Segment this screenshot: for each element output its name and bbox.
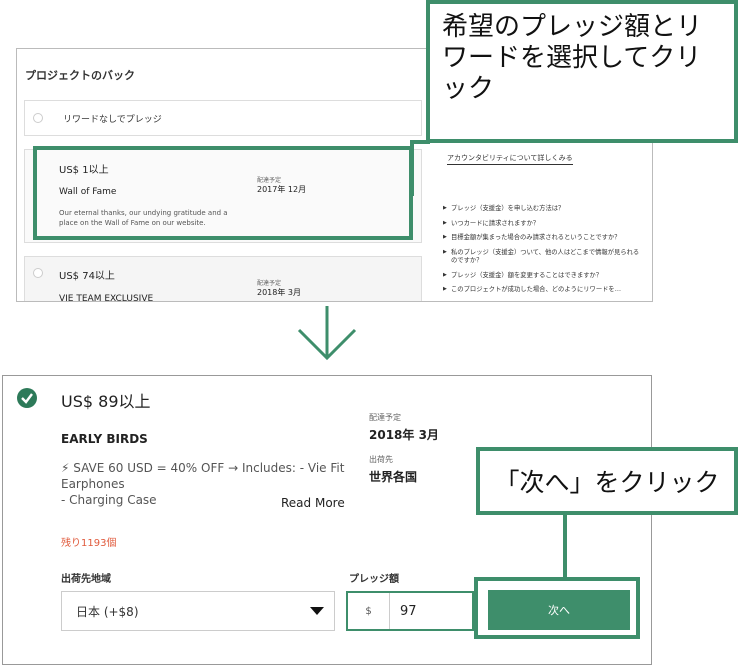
accessibility-link[interactable]: アカウンタビリティについて詳しくみる <box>447 153 573 165</box>
faq-item[interactable]: 目標金額が集まった場合のみ請求されるということですか？ <box>443 234 643 243</box>
faq-item[interactable]: プレッジ（支援金）を申し込む方法は？ <box>443 205 643 214</box>
faq-item[interactable]: プレッジ（支援金）額を変更することはできますか？ <box>443 272 643 281</box>
highlight-frame <box>33 146 413 240</box>
currency-prefix: $ <box>348 593 390 629</box>
region-label: 出荷先地域 <box>61 574 111 585</box>
reward-name: VIE TEAM EXCLUSIVE <box>59 294 154 302</box>
radio-button[interactable] <box>33 113 43 123</box>
radio-button[interactable] <box>33 268 43 278</box>
down-arrow-icon <box>297 306 357 361</box>
delivery-label: 配達予定 <box>257 280 282 287</box>
reward-price: US$ 74以上 <box>59 271 115 282</box>
description-line: ⚡ SAVE 60 USD = 40% OFF → Includes: - Vi… <box>61 461 345 492</box>
panel-title: プロジェクトのバック <box>25 69 135 82</box>
faq-item[interactable]: 私のプレッジ（支援金）ついて、他の人はどこまで情報が見られるのですか？ <box>443 249 643 266</box>
faq-list: プレッジ（支援金）を申し込む方法は？ いつカードに請求されますか？ 目標金額が集… <box>443 205 643 301</box>
reward-card-no-reward[interactable]: リワードなしでプレッジ <box>24 100 422 136</box>
faq-item[interactable]: このプロジェクトが成功した場合、どのようにリワードを… <box>443 286 643 295</box>
pledge-input[interactable] <box>390 593 472 629</box>
region-select[interactable]: 日本 (+$8) <box>61 591 335 631</box>
region-value: 日本 (+$8) <box>76 604 139 619</box>
delivery-date: 2018年 3月 <box>369 428 439 442</box>
reward-card-team-exclusive[interactable]: US$ 74以上 VIE TEAM EXCLUSIVE 配達予定 2018年 3… <box>24 256 422 302</box>
delivery-date: 2018年 3月 <box>257 288 301 297</box>
instruction-callout-select: 希望のプレッジ額とリワードを選択してクリック <box>426 0 738 143</box>
no-reward-label: リワードなしでプレッジ <box>63 115 162 125</box>
caret-down-icon <box>310 607 324 615</box>
delivery-label: 配達予定 <box>369 413 401 422</box>
pledge-amount-field[interactable]: $ <box>346 591 474 631</box>
faq-item[interactable]: いつカードに請求されますか？ <box>443 220 643 229</box>
checkmark-icon <box>17 388 37 408</box>
next-button[interactable]: 次へ <box>488 590 630 630</box>
instruction-callout-next: 「次へ」をクリック <box>476 447 738 515</box>
ship-value: 世界各国 <box>369 470 418 484</box>
connector-line <box>410 140 414 196</box>
ship-label: 出荷先 <box>369 455 393 464</box>
pledge-label: プレッジ額 <box>349 574 399 585</box>
read-more-link[interactable]: Read More <box>281 496 345 510</box>
connector-line <box>563 512 567 578</box>
reward-price: US$ 89以上 <box>61 392 151 411</box>
remaining-count: 残り1193個 <box>61 538 117 549</box>
reward-name: EARLY BIRDS <box>61 432 148 446</box>
